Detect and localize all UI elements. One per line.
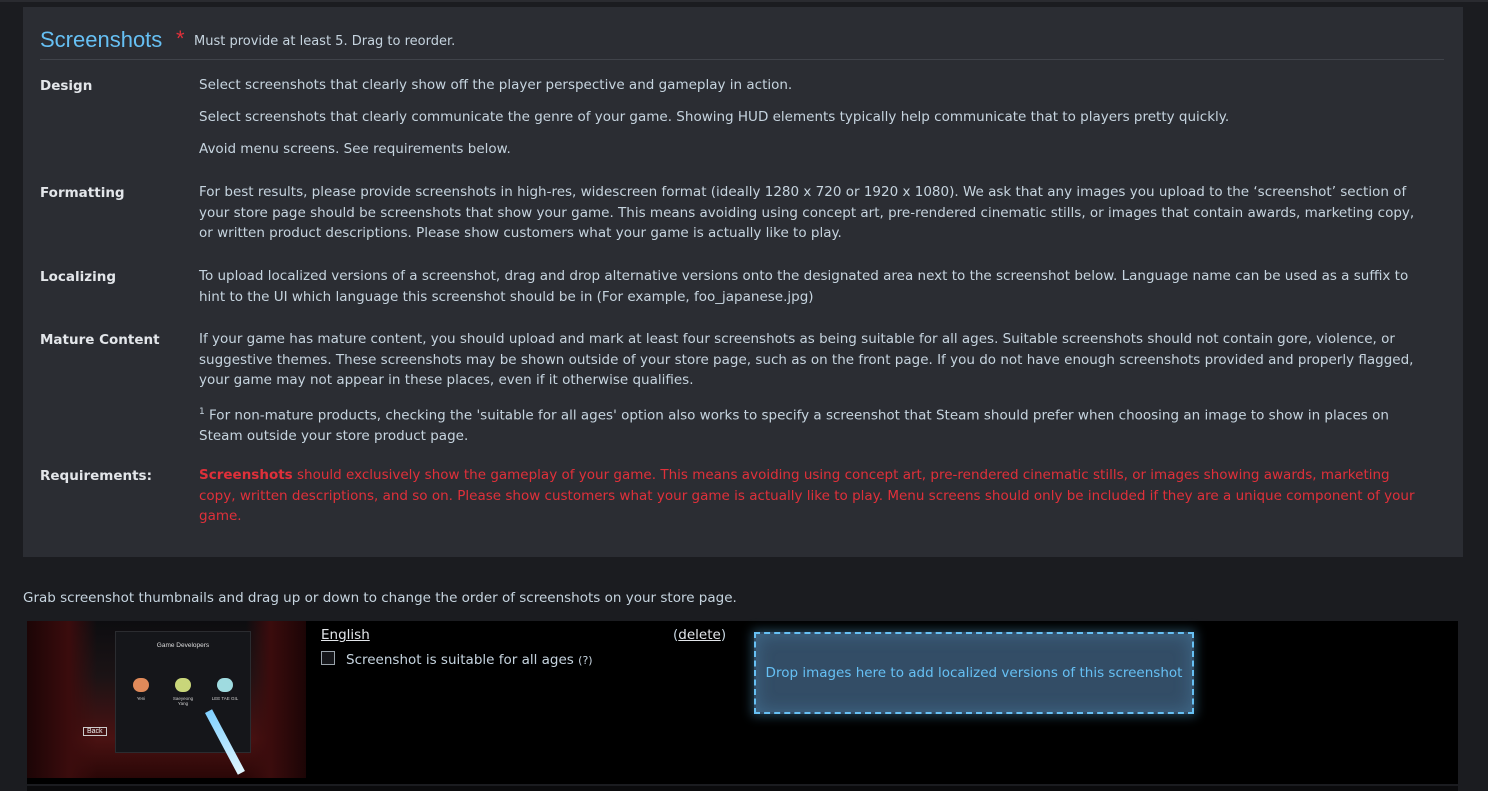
- language-link[interactable]: English: [321, 627, 370, 643]
- top-divider: [0, 0, 1488, 2]
- formatting-label: Formatting: [40, 185, 125, 201]
- screenshot-row-footer: [27, 786, 1458, 791]
- mature-footnote: 1 For non-mature products, checking the …: [199, 402, 1427, 447]
- design-line-2: Select screenshots that clearly communic…: [199, 109, 1230, 125]
- delete-link[interactable]: delete: [678, 627, 721, 643]
- required-marker: *: [176, 26, 185, 51]
- developer-card: Yeni: [126, 678, 156, 701]
- developer-name: LEE TAE GIL: [211, 696, 239, 701]
- design-label: Design: [40, 78, 93, 94]
- footnote-text: For non-mature products, checking the 's…: [199, 407, 1389, 445]
- thumbnail-wall-left: [27, 621, 97, 778]
- requirements-label: Requirements:: [40, 468, 152, 484]
- screenshots-guidelines-panel: Screenshots * Must provide at least 5. D…: [23, 7, 1463, 557]
- developer-name: Yeni: [136, 696, 146, 701]
- all-ages-label-text: Screenshot is suitable for all ages: [346, 652, 574, 668]
- requirements-text: Screenshots should exclusively show the …: [199, 465, 1427, 527]
- squirrel-icon: [133, 678, 149, 692]
- mature-label: Mature Content: [40, 332, 160, 348]
- reorder-instructions: Grab screenshot thumbnails and drag up o…: [23, 590, 737, 606]
- developer-card: Saeyeong Yang: [168, 678, 198, 706]
- help-link[interactable]: (?): [578, 654, 592, 667]
- thumbnail-board: Game Developers Yeni Saeyeong Yang LEE T…: [115, 631, 251, 753]
- thumbnail-board-title: Game Developers: [156, 642, 210, 649]
- design-line-1: Select screenshots that clearly show off…: [199, 77, 793, 93]
- developer-name: Saeyeong Yang: [172, 696, 194, 706]
- section-title: Screenshots: [40, 27, 163, 52]
- turtle-icon: [175, 678, 191, 692]
- all-ages-checkbox[interactable]: [321, 651, 335, 665]
- design-line-3: Avoid menu screens. See requirements bel…: [199, 141, 511, 157]
- thumbnail-back-label: Back: [83, 727, 107, 736]
- mushroom-icon: [217, 678, 233, 692]
- dropzone-text: Drop images here to add localized versio…: [765, 665, 1183, 681]
- developer-card: LEE TAE GIL: [210, 678, 240, 701]
- screenshot-thumbnail[interactable]: Game Developers Yeni Saeyeong Yang LEE T…: [27, 621, 306, 778]
- localizing-label: Localizing: [40, 269, 117, 285]
- formatting-text: For best results, please provide screens…: [199, 184, 1415, 241]
- title-divider: [40, 59, 1444, 60]
- thumbnail-wall-right: [246, 621, 306, 778]
- requirements-strong: Screenshots: [199, 467, 293, 483]
- localized-dropzone[interactable]: Drop images here to add localized versio…: [754, 632, 1194, 714]
- mature-text: If your game has mature content, you sho…: [199, 331, 1414, 388]
- localizing-text: To upload localized versions of a screen…: [199, 268, 1409, 305]
- requirements-body: should exclusively show the gameplay of …: [199, 467, 1415, 524]
- delete-close-paren: ): [720, 627, 727, 643]
- all-ages-label[interactable]: Screenshot is suitable for all ages (?): [346, 652, 593, 668]
- section-note: Must provide at least 5. Drag to reorder…: [194, 34, 456, 49]
- screenshot-row[interactable]: Game Developers Yeni Saeyeong Yang LEE T…: [27, 621, 1458, 784]
- delete-wrapper: (delete): [673, 627, 726, 643]
